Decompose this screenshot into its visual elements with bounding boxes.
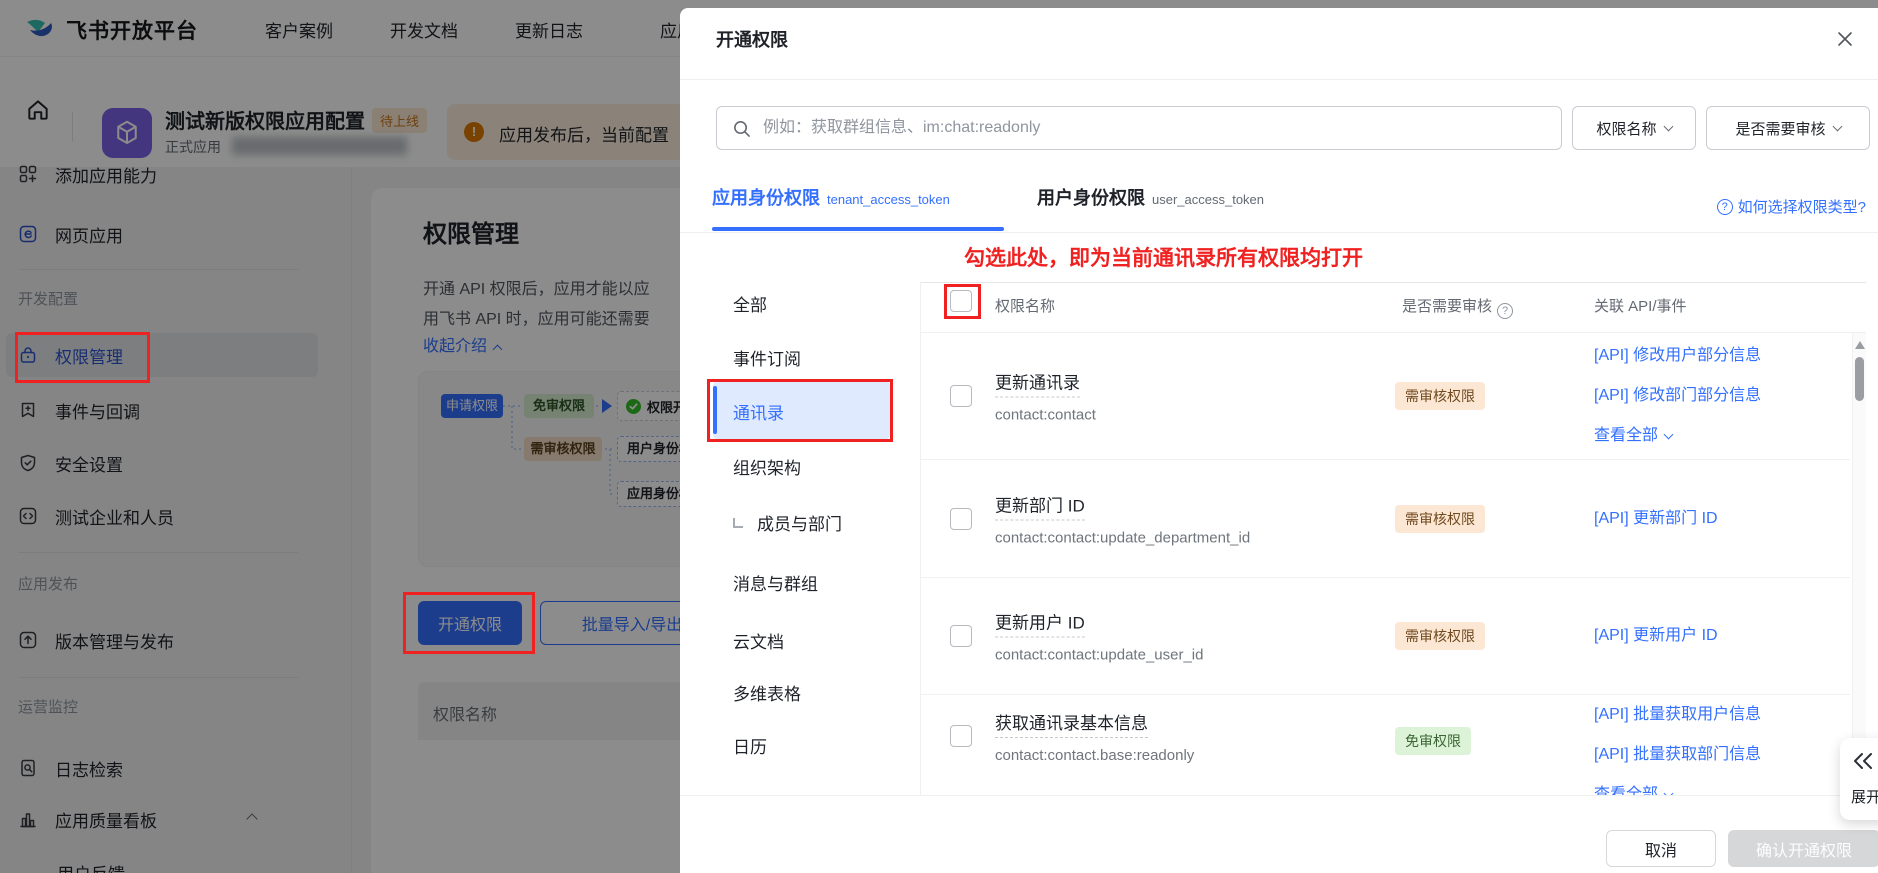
permission-scope: contact:contact (995, 406, 1096, 424)
annotation-box-open-button (403, 592, 535, 654)
screen: 飞书开放平台 客户案例 开发文档 更新日志 应用 测试新版权限应用配置 待上线 正式应… (0, 0, 1878, 873)
permission-row: 更新用户 ID contact:contact:update_user_id 需审核… (920, 578, 1850, 695)
search-input[interactable] (761, 108, 1541, 148)
search-icon (734, 121, 750, 137)
child-indent-icon (733, 518, 743, 528)
permission-table-body: 更新通讯录 contact:contact 需审核权限 [API] 修改用户部分信息[… (920, 333, 1850, 795)
column-header-review: 是否需要审核 (1402, 295, 1514, 319)
column-header-name: 权限名称 (995, 298, 1056, 315)
view-all-link[interactable]: 查看全部 (1594, 775, 1761, 795)
permission-scope: contact:contact:update_department_id (995, 529, 1251, 546)
modal-title: 开通权限 (716, 30, 788, 50)
view-all-link[interactable]: 查看全部 (1594, 416, 1761, 456)
related-api-links: [API] 更新部门 ID (1594, 499, 1718, 539)
annotation-box-select-all-checkbox (944, 284, 981, 319)
api-link[interactable]: [API] 批量获取部门信息 (1594, 735, 1761, 775)
chevron-down-icon (1663, 429, 1674, 440)
filter-review-dropdown[interactable]: 是否需要审核 (1706, 106, 1870, 150)
permission-name: 更新部门 ID (995, 491, 1085, 520)
api-link[interactable]: [API] 更新部门 ID (1594, 499, 1718, 539)
chevron-down-icon (1832, 121, 1842, 131)
category-item-消息与群组[interactable]: 消息与群组 (733, 570, 818, 595)
category-item-日历[interactable]: 日历 (733, 733, 767, 758)
api-link[interactable]: [API] 修改用户部分信息 (1594, 336, 1761, 376)
confirm-open-permission-button[interactable]: 确认开通权限 (1728, 830, 1878, 867)
permission-name-block: 获取通讯录基本信息 contact:contact.base:readonly (995, 709, 1194, 764)
divider (920, 282, 1866, 283)
annotation-box-contacts-category (707, 379, 893, 442)
divider (680, 79, 1878, 80)
category-item-成员与部门[interactable]: 成员与部门 (733, 510, 842, 535)
api-link[interactable]: [API] 更新用户 ID (1594, 616, 1718, 656)
permission-name: 获取通讯录基本信息 (995, 709, 1148, 738)
tab-user-access-token[interactable]: 用户身份权限 user_access_token (1037, 184, 1264, 210)
permission-scope: contact:contact.base:readonly (995, 747, 1195, 764)
permission-row: 获取通讯录基本信息 contact:contact.base:readonly 免审… (920, 695, 1850, 795)
permission-name: 更新用户 ID (995, 609, 1085, 638)
annotation-box-permission-menu (15, 332, 150, 383)
related-api-links: [API] 修改用户部分信息 [API] 修改部门部分信息 查看全部 (1594, 336, 1761, 456)
permission-row: 更新通讯录 contact:contact 需审核权限 [API] 修改用户部分信息[… (920, 333, 1850, 460)
related-api-links: [API] 批量获取用户信息 [API] 批量获取部门信息 查看全部 (1594, 695, 1761, 795)
category-item-事件订阅[interactable]: 事件订阅 (733, 345, 801, 370)
scrollbar[interactable] (1852, 333, 1866, 795)
question-circle-icon (1497, 303, 1514, 319)
related-api-links: [API] 更新用户 ID (1594, 616, 1718, 656)
permission-name-block: 更新通讯录 contact:contact (995, 369, 1096, 424)
review-badge: 免审权限 (1395, 727, 1471, 755)
api-link[interactable]: [API] 批量获取用户信息 (1594, 695, 1761, 735)
category-item-全部[interactable]: 全部 (733, 291, 767, 316)
review-badge: 需审核权限 (1395, 504, 1485, 533)
active-tab-underline (712, 227, 1004, 231)
help-link[interactable]: 如何选择权限类型? (1716, 196, 1866, 217)
divider (680, 795, 1878, 796)
category-item-组织架构[interactable]: 组织架构 (733, 454, 801, 479)
double-chevron-left-icon (1854, 753, 1872, 769)
chevron-down-icon (1663, 121, 1673, 131)
review-badge: 需审核权限 (1395, 382, 1485, 410)
permission-name-block: 更新用户 ID contact:contact:update_user_id (995, 609, 1203, 664)
cancel-button[interactable]: 取消 (1606, 830, 1716, 867)
review-badge: 需审核权限 (1395, 622, 1485, 650)
annotation-text: 勾选此处，即为当前通讯录所有权限均打开 (964, 247, 1363, 270)
scrollbar-up-arrow-icon[interactable] (1855, 341, 1865, 349)
filter-permission-name-dropdown[interactable]: 权限名称 (1572, 106, 1696, 150)
search-box (716, 106, 1562, 150)
permission-name-block: 更新部门 ID contact:contact:update_department… (995, 491, 1250, 546)
scrollbar-thumb[interactable] (1855, 357, 1864, 401)
row-checkbox[interactable] (950, 625, 972, 647)
row-checkbox[interactable] (950, 725, 972, 747)
tab-tenant-access-token[interactable]: 应用身份权限 tenant_access_token (712, 184, 950, 210)
row-checkbox[interactable] (950, 385, 972, 407)
question-circle-icon (1716, 198, 1733, 215)
close-icon[interactable] (1830, 24, 1860, 54)
expand-label: 展开 (1851, 789, 1878, 806)
column-header-related: 关联 API/事件 (1594, 298, 1687, 315)
divider (680, 232, 1878, 233)
permission-scope: contact:contact:update_user_id (995, 646, 1204, 664)
permission-name: 更新通讯录 (995, 369, 1080, 398)
category-item-云文档[interactable]: 云文档 (733, 628, 784, 653)
expand-panel[interactable]: 展开 (1840, 738, 1878, 820)
api-link[interactable]: [API] 修改部门部分信息 (1594, 376, 1761, 416)
row-checkbox[interactable] (950, 507, 972, 530)
category-item-多维表格[interactable]: 多维表格 (733, 680, 801, 705)
permission-row: 更新部门 ID contact:contact:update_department… (920, 460, 1850, 578)
